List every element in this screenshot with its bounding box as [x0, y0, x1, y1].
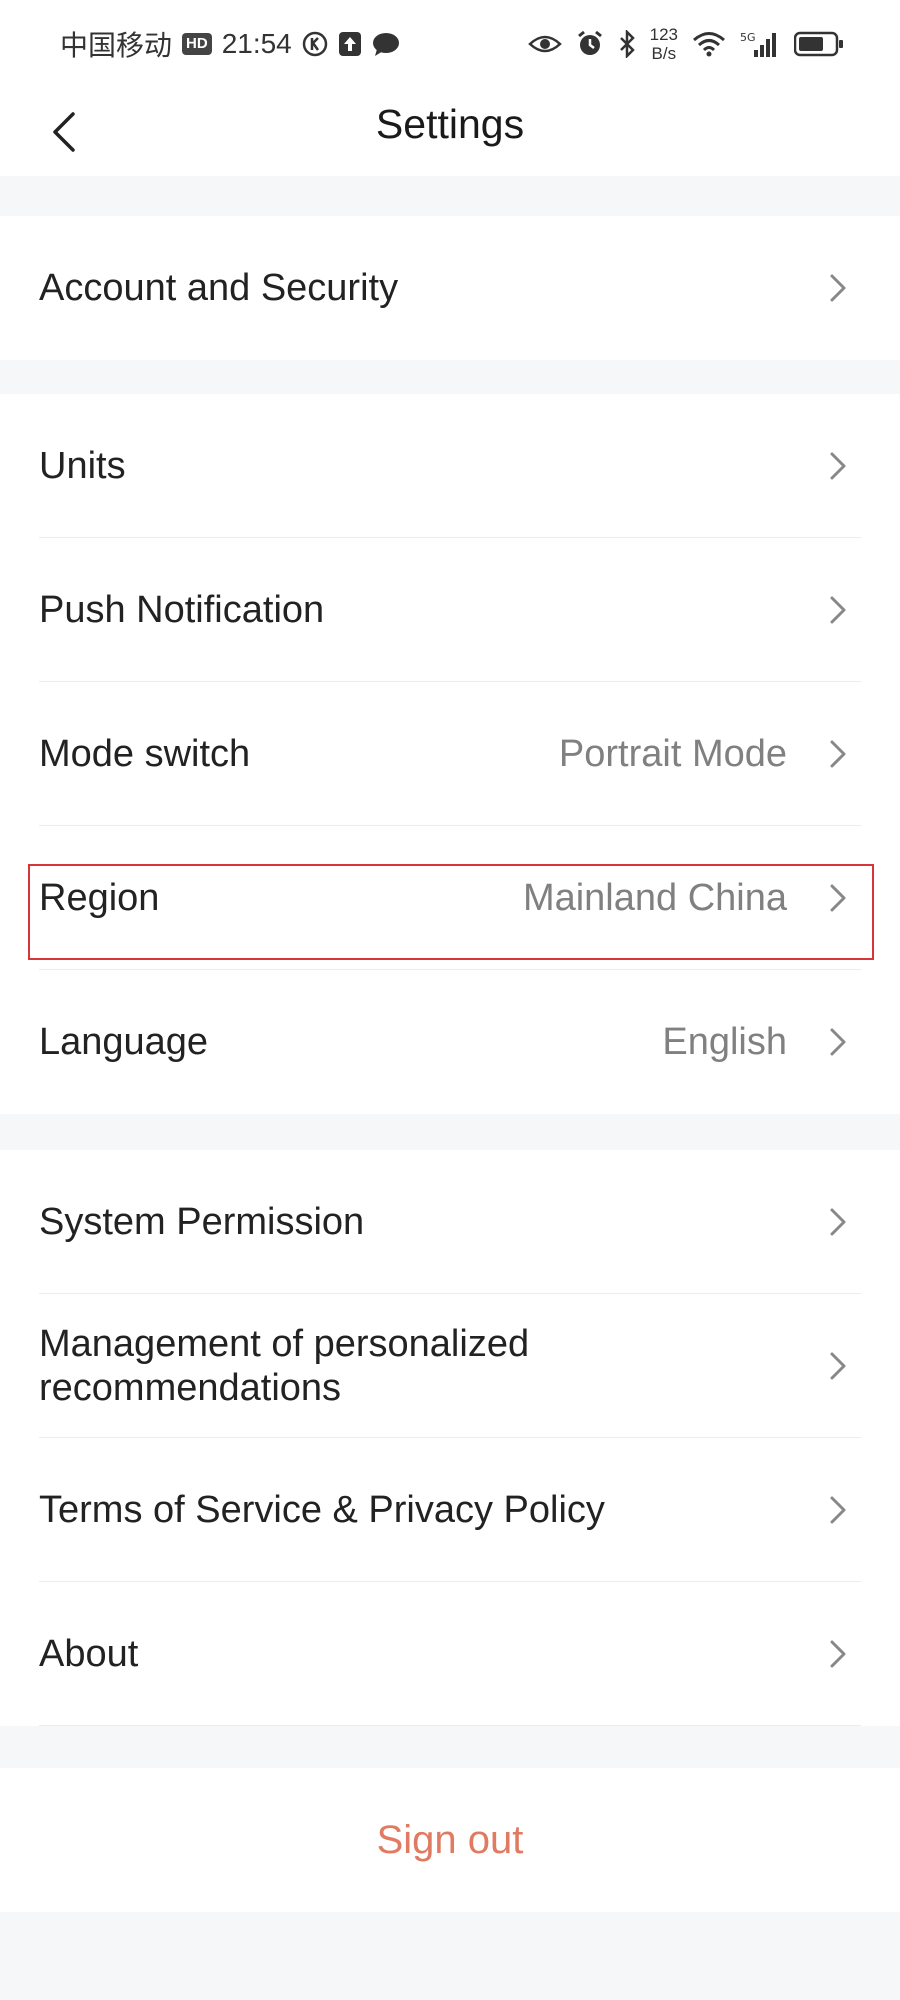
settings-row-language[interactable]: Language English [0, 970, 900, 1114]
settings-group-other: System Permission Management of personal… [0, 1150, 900, 1726]
row-label: Push Notification [39, 589, 325, 631]
settings-row-push-notification[interactable]: Push Notification [0, 538, 900, 682]
settings-row-account-security[interactable]: Account and Security [0, 216, 900, 360]
row-label: Terms of Service & Privacy Policy [39, 1489, 605, 1531]
settings-row-region[interactable]: Region Mainland China [0, 826, 900, 970]
clock: 21:54 [221, 28, 292, 59]
settings-row-mode-switch[interactable]: Mode switch Portrait Mode [0, 682, 900, 826]
bluetooth-icon [618, 30, 636, 58]
settings-row-about[interactable]: About [0, 1582, 900, 1726]
chevron-right-icon [830, 1028, 846, 1056]
row-label: Language [39, 1021, 209, 1063]
divider [39, 1725, 861, 1726]
signal-icon: 5G [740, 30, 780, 58]
row-label: Region [39, 877, 160, 919]
row-label: Management of personalized recommendatio… [39, 1323, 530, 1409]
chevron-right-icon [830, 596, 846, 624]
speed-unit: B/s [651, 44, 677, 63]
status-left: 中国移动 HD 21:54 [60, 22, 400, 66]
status-bar: 中国移动 HD 21:54 123 B/s 5G [0, 0, 900, 88]
network-speed: 123 B/s [650, 25, 678, 63]
navigation-bar: Settings [0, 88, 900, 176]
chevron-right-icon [830, 274, 846, 302]
page-title: Settings [375, 101, 525, 147]
chevron-right-icon [830, 884, 846, 912]
row-value: English [662, 1020, 787, 1063]
row-label: About [39, 1633, 139, 1675]
chevron-right-icon [830, 1496, 846, 1524]
wifi-icon [692, 31, 726, 57]
carrier-name: 中国移动 [60, 30, 173, 61]
speed-value: 123 [649, 25, 678, 44]
row-label: System Permission [39, 1201, 365, 1243]
upload-icon [338, 31, 362, 57]
message-icon [372, 31, 400, 57]
settings-row-terms-privacy[interactable]: Terms of Service & Privacy Policy [0, 1438, 900, 1582]
row-label: Units [39, 445, 126, 487]
settings-group-account: Account and Security [0, 216, 900, 360]
row-value: Portrait Mode [558, 732, 787, 775]
network-type: 5G [740, 31, 756, 44]
chevron-right-icon [830, 740, 846, 768]
row-label: Account and Security [39, 267, 399, 309]
settings-row-units[interactable]: Units [0, 394, 900, 538]
chevron-right-icon [830, 1640, 846, 1668]
row-value: Mainland China [522, 876, 787, 919]
battery-icon [794, 31, 844, 57]
row-label: Mode switch [39, 733, 251, 775]
hd-badge: HD [182, 33, 212, 55]
chevron-right-icon [830, 452, 846, 480]
settings-group-general: Units Push Notification Mode switch Port… [0, 394, 900, 1114]
k-icon [302, 31, 328, 57]
alarm-icon [576, 30, 604, 58]
chevron-right-icon [830, 1352, 846, 1380]
settings-row-system-permission[interactable]: System Permission [0, 1150, 900, 1294]
settings-row-personalized-recommendations[interactable]: Management of personalized recommendatio… [0, 1294, 900, 1438]
chevron-right-icon [830, 1208, 846, 1236]
sign-out-button[interactable]: Sign out [0, 1768, 900, 1912]
eye-icon [527, 32, 562, 56]
status-right: 123 B/s 5G [527, 22, 844, 66]
